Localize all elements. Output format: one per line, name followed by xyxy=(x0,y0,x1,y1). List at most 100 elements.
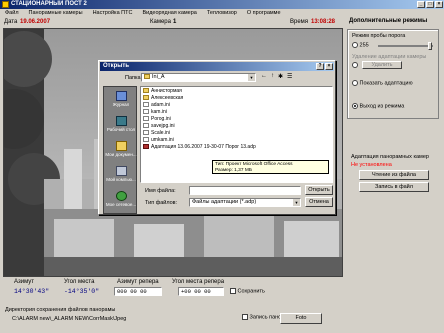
file-item[interactable]: kam.ini xyxy=(143,109,167,116)
network-icon xyxy=(115,191,127,201)
show-adapt-label: Показать адаптацию xyxy=(359,80,413,87)
filetype-value: Файлы адаптации (*.adp) xyxy=(192,199,257,205)
save-panorama-checkbox[interactable] xyxy=(242,314,248,320)
place-computer[interactable]: Мой компью... xyxy=(105,164,137,188)
date-label: Дата xyxy=(4,19,18,25)
ini-file-icon xyxy=(143,123,149,129)
place-desktop-label: Рабочий стол xyxy=(106,127,136,132)
file-item[interactable]: Porog.ini xyxy=(143,116,171,123)
threshold-mode-label: Режим пробы порога xyxy=(352,33,406,39)
remove-adapt-radio[interactable] xyxy=(352,62,358,68)
write-to-file-button[interactable]: Запись в файл xyxy=(359,182,429,192)
threshold-value: 255 xyxy=(359,42,369,49)
file-item[interactable]: Адаптация 13.06.2007 19-30-07 Порог 13.a… xyxy=(143,144,256,151)
file-item[interactable]: adam.ini xyxy=(143,102,170,109)
place-documents-label: Мои докумен... xyxy=(105,152,137,157)
save-dir-label: Директория сохранения файлов панорамы xyxy=(5,307,116,313)
place-desktop[interactable]: Рабочий стол xyxy=(105,114,137,138)
ref-elevation-input[interactable]: +00 00 00 xyxy=(178,287,224,296)
place-network[interactable]: Мое сетевое... xyxy=(105,189,137,213)
ref-elevation-label: Угол места репера xyxy=(172,279,225,285)
time-label: Время xyxy=(290,19,309,25)
dialog-toolbar: ← ↑ ✱ ☰ xyxy=(261,73,292,80)
filename-input[interactable] xyxy=(189,186,301,195)
documents-icon xyxy=(115,141,127,151)
save-checkbox[interactable] xyxy=(230,288,236,294)
show-adapt-radio[interactable] xyxy=(352,80,358,86)
ini-file-icon xyxy=(143,137,149,143)
camera-label: Камера xyxy=(150,19,171,25)
file-name: adam.ini xyxy=(151,102,170,108)
menu-thermal[interactable]: Тепловизор xyxy=(207,9,237,17)
file-item[interactable]: savejpg.ini xyxy=(143,123,175,130)
place-history-label: Журнал xyxy=(112,102,130,107)
tooltip-size: Размер: 1,37 МБ xyxy=(215,168,252,173)
place-network-label: Мое сетевое... xyxy=(105,202,137,207)
adapt-status: Не установлена xyxy=(351,162,392,168)
photo-button[interactable]: Foto xyxy=(280,313,322,324)
extra-modes-title: Дополнительные режимы xyxy=(349,18,428,24)
open-button[interactable]: Открыть xyxy=(305,185,333,195)
menu-pts-settings[interactable]: Настройка ПТС xyxy=(93,9,133,17)
file-name: kam.ini xyxy=(151,109,167,115)
filetype-label: Тип файлов: xyxy=(145,200,178,206)
dialog-help-button[interactable]: ? xyxy=(316,63,324,70)
view-menu-icon[interactable]: ☰ xyxy=(287,73,292,80)
menu-video-camera[interactable]: Видеорядная камера xyxy=(142,9,196,17)
folder-select[interactable]: Ini_A ▼ xyxy=(141,73,256,82)
dialog-close-button[interactable]: × xyxy=(325,63,333,70)
place-history[interactable]: Журнал xyxy=(105,89,137,113)
app-titlebar: СТАЦИОНАРНЫЙ ПОСТ 2 _ □ × xyxy=(0,0,444,9)
file-item[interactable]: umkam.ini xyxy=(143,137,174,144)
threshold-radio[interactable] xyxy=(352,42,358,48)
filetype-select[interactable]: Файлы адаптации (*.adp) ▼ xyxy=(189,198,301,207)
file-name: umkam.ini xyxy=(151,137,174,143)
folder-value: Ini_A xyxy=(152,74,165,80)
remove-adapt-button[interactable]: Удалить xyxy=(362,61,402,69)
exit-mode-label: Выход из режима xyxy=(359,103,405,110)
dialog-titlebar: Открыть ? × xyxy=(100,62,334,71)
file-name: Scale.ini xyxy=(151,130,170,136)
read-from-file-button[interactable]: Чтение из файла xyxy=(359,170,429,180)
chevron-down-icon[interactable]: ▼ xyxy=(293,199,300,206)
file-item[interactable]: Scale.ini xyxy=(143,130,170,137)
camera-value: 1 xyxy=(173,19,177,25)
file-name: savejpg.ini xyxy=(151,123,175,129)
close-button[interactable]: × xyxy=(435,1,443,8)
history-icon xyxy=(115,91,127,101)
date-value: 19.06.2007 xyxy=(20,19,51,25)
file-item[interactable]: Аннистормая xyxy=(143,88,182,95)
folder-label: Папка: xyxy=(125,75,143,81)
ini-file-icon xyxy=(143,102,149,108)
cancel-button[interactable]: Отмена xyxy=(305,197,333,207)
file-item[interactable]: Алексеевская xyxy=(143,95,183,102)
menu-about[interactable]: О программе xyxy=(247,9,281,17)
minimize-button[interactable]: _ xyxy=(417,1,425,8)
threshold-slider-track[interactable] xyxy=(378,45,433,47)
app-title: СТАЦИОНАРНЫЙ ПОСТ 2 xyxy=(11,1,87,7)
exit-mode-radio[interactable] xyxy=(352,103,358,109)
chevron-down-icon[interactable]: ▼ xyxy=(248,74,255,81)
app-icon xyxy=(2,1,9,8)
elevation-label: Угол места xyxy=(64,279,95,285)
menu-panoramic-cameras[interactable]: Панорамные камеры xyxy=(29,9,83,17)
place-documents[interactable]: Мои докумен... xyxy=(105,139,137,163)
ini-file-icon xyxy=(143,109,149,115)
file-tooltip: Тип: Проект Microsoft Office Access Разм… xyxy=(212,160,329,174)
menu-file[interactable]: Файл xyxy=(5,9,19,17)
menubar: Файл Панорамные камеры Настройка ПТС Вид… xyxy=(0,9,444,17)
back-icon[interactable]: ← xyxy=(261,73,267,80)
new-folder-icon[interactable]: ✱ xyxy=(278,73,283,80)
save-label: Сохранить xyxy=(237,288,265,295)
ref-azimuth-input[interactable]: 000 00 00 xyxy=(114,287,162,296)
place-computer-label: Мой компью... xyxy=(106,177,136,182)
azimuth-label: Азимут xyxy=(14,279,35,285)
info-bar: Дата 19.06.2007 Камера 1 Время 13:08:28 xyxy=(0,17,344,28)
computer-icon xyxy=(115,166,127,176)
ref-azimuth-label: Азимут репера xyxy=(117,279,159,285)
maximize-button[interactable]: □ xyxy=(426,1,434,8)
up-folder-icon[interactable]: ↑ xyxy=(271,73,274,80)
threshold-slider-thumb[interactable] xyxy=(428,42,432,50)
open-file-dialog: Открыть ? × Папка: Ini_A ▼ ← ↑ ✱ ☰ Журна… xyxy=(98,60,336,215)
modes-group: Режим пробы порога 255 Удаление адаптаци… xyxy=(347,29,439,119)
